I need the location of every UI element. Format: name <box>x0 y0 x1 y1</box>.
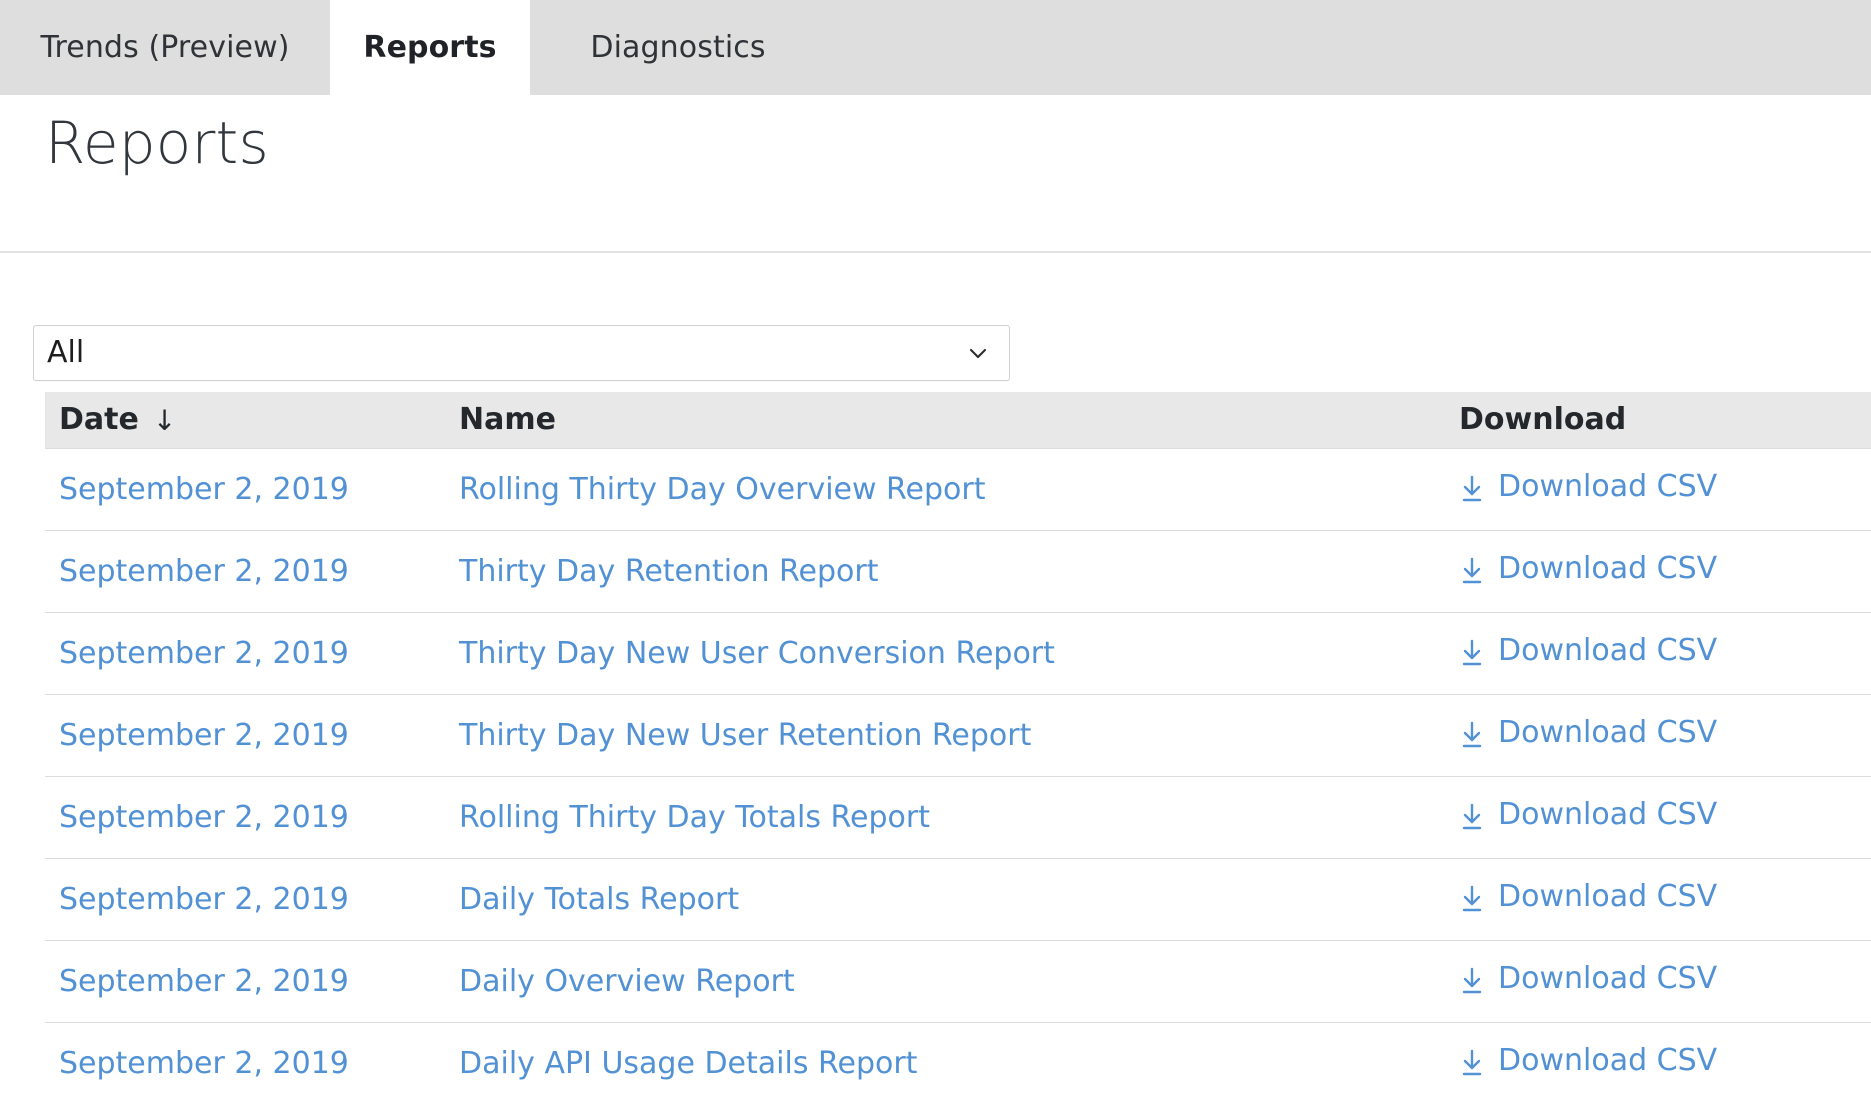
report-filter-value: All <box>34 338 84 368</box>
download-icon <box>1459 885 1485 913</box>
cell-name: Daily Totals Report <box>445 858 1445 940</box>
cell-date: September 2, 2019 <box>45 448 445 530</box>
cell-name: Rolling Thirty Day Overview Report <box>445 448 1445 530</box>
column-header-name-label: Name <box>459 402 556 437</box>
download-csv-label: Download CSV <box>1498 551 1717 586</box>
cell-date: September 2, 2019 <box>45 776 445 858</box>
download-csv-label: Download CSV <box>1498 715 1717 750</box>
report-name-link[interactable]: Thirty Day New User Retention Report <box>459 718 1031 753</box>
cell-download: Download CSV <box>1445 776 1871 858</box>
report-name-link[interactable]: Daily API Usage Details Report <box>459 1046 917 1081</box>
download-csv-link[interactable]: Download CSV <box>1459 1043 1717 1078</box>
cell-date: September 2, 2019 <box>45 612 445 694</box>
cell-date: September 2, 2019 <box>45 858 445 940</box>
download-csv-link[interactable]: Download CSV <box>1459 633 1717 668</box>
cell-date: September 2, 2019 <box>45 694 445 776</box>
table-row: September 2, 2019 Daily Totals Report Down… <box>45 858 1871 940</box>
table-row: September 2, 2019 Thirty Day New User Ret… <box>45 694 1871 776</box>
cell-name: Thirty Day Retention Report <box>445 530 1445 612</box>
cell-date: September 2, 2019 <box>45 940 445 1022</box>
download-csv-link[interactable]: Download CSV <box>1459 469 1717 504</box>
download-icon <box>1459 475 1485 503</box>
report-date-link[interactable]: September 2, 2019 <box>59 718 349 753</box>
report-name-link[interactable]: Daily Overview Report <box>459 964 795 999</box>
reports-table: Date ↓ Name Download September 2, 2019 Ro… <box>45 392 1871 1102</box>
download-icon <box>1459 639 1485 667</box>
report-name-link[interactable]: Rolling Thirty Day Overview Report <box>459 472 986 507</box>
report-date-link[interactable]: September 2, 2019 <box>59 1046 349 1081</box>
chevron-down-icon <box>965 340 991 366</box>
cell-download: Download CSV <box>1445 612 1871 694</box>
cell-download: Download CSV <box>1445 530 1871 612</box>
report-date-link[interactable]: September 2, 2019 <box>59 472 349 507</box>
download-csv-link[interactable]: Download CSV <box>1459 797 1717 832</box>
table-row: September 2, 2019 Rolling Thirty Day Over… <box>45 448 1871 530</box>
table-row: September 2, 2019 Thirty Day Retention Re… <box>45 530 1871 612</box>
download-icon <box>1459 1049 1485 1077</box>
cell-name: Rolling Thirty Day Totals Report <box>445 776 1445 858</box>
column-header-name[interactable]: Name <box>445 392 1445 448</box>
column-header-date[interactable]: Date ↓ <box>45 392 445 448</box>
download-csv-link[interactable]: Download CSV <box>1459 961 1717 996</box>
report-name-link[interactable]: Rolling Thirty Day Totals Report <box>459 800 930 835</box>
download-icon <box>1459 967 1485 995</box>
download-csv-link[interactable]: Download CSV <box>1459 715 1717 750</box>
title-divider <box>0 251 1871 253</box>
column-header-date-label: Date <box>59 402 139 437</box>
tab-diagnostics-label: Diagnostics <box>590 30 765 65</box>
column-header-download[interactable]: Download <box>1445 392 1871 448</box>
download-csv-label: Download CSV <box>1498 1043 1717 1078</box>
cell-name: Daily Overview Report <box>445 940 1445 1022</box>
table-row: September 2, 2019 Rolling Thirty Day Tota… <box>45 776 1871 858</box>
reports-page: Trends (Preview) Reports Diagnostics Rep… <box>0 0 1871 1102</box>
table-header: Date ↓ Name Download <box>45 392 1871 448</box>
report-name-link[interactable]: Thirty Day Retention Report <box>459 554 878 589</box>
table-row: September 2, 2019 Daily API Usage Details… <box>45 1022 1871 1102</box>
report-date-link[interactable]: September 2, 2019 <box>59 882 349 917</box>
cell-date: September 2, 2019 <box>45 1022 445 1102</box>
download-csv-label: Download CSV <box>1498 469 1717 504</box>
cell-download: Download CSV <box>1445 1022 1871 1102</box>
report-filter-select[interactable]: All <box>33 325 1010 381</box>
report-date-link[interactable]: September 2, 2019 <box>59 554 349 589</box>
download-csv-label: Download CSV <box>1498 633 1717 668</box>
cell-name: Thirty Day New User Conversion Report <box>445 612 1445 694</box>
table-row: September 2, 2019 Thirty Day New User Con… <box>45 612 1871 694</box>
download-csv-label: Download CSV <box>1498 961 1717 996</box>
report-name-link[interactable]: Thirty Day New User Conversion Report <box>459 636 1055 671</box>
table-header-row: Date ↓ Name Download <box>45 392 1871 448</box>
download-icon <box>1459 557 1485 585</box>
column-header-download-label: Download <box>1459 402 1626 437</box>
report-date-link[interactable]: September 2, 2019 <box>59 636 349 671</box>
cell-download: Download CSV <box>1445 940 1871 1022</box>
cell-name: Thirty Day New User Retention Report <box>445 694 1445 776</box>
tab-bar: Trends (Preview) Reports Diagnostics <box>0 0 1871 95</box>
download-csv-link[interactable]: Download CSV <box>1459 879 1717 914</box>
download-csv-link[interactable]: Download CSV <box>1459 551 1717 586</box>
download-csv-label: Download CSV <box>1498 879 1717 914</box>
download-icon <box>1459 721 1485 749</box>
report-name-link[interactable]: Daily Totals Report <box>459 882 739 917</box>
table-row: September 2, 2019 Daily Overview Report Do… <box>45 940 1871 1022</box>
cell-download: Download CSV <box>1445 448 1871 530</box>
tab-trends-preview-label: Trends (Preview) <box>40 30 289 65</box>
cell-date: September 2, 2019 <box>45 530 445 612</box>
tab-reports-label: Reports <box>363 30 496 65</box>
download-csv-label: Download CSV <box>1498 797 1717 832</box>
cell-name: Daily API Usage Details Report <box>445 1022 1445 1102</box>
report-date-link[interactable]: September 2, 2019 <box>59 800 349 835</box>
sort-descending-icon: ↓ <box>153 407 176 435</box>
page-title: Reports <box>45 112 269 176</box>
report-date-link[interactable]: September 2, 2019 <box>59 964 349 999</box>
download-icon <box>1459 803 1485 831</box>
tab-trends-preview[interactable]: Trends (Preview) <box>0 0 330 95</box>
cell-download: Download CSV <box>1445 694 1871 776</box>
table-body: September 2, 2019 Rolling Thirty Day Over… <box>45 448 1871 1102</box>
tab-diagnostics[interactable]: Diagnostics <box>530 0 826 95</box>
tab-reports[interactable]: Reports <box>330 0 530 95</box>
cell-download: Download CSV <box>1445 858 1871 940</box>
